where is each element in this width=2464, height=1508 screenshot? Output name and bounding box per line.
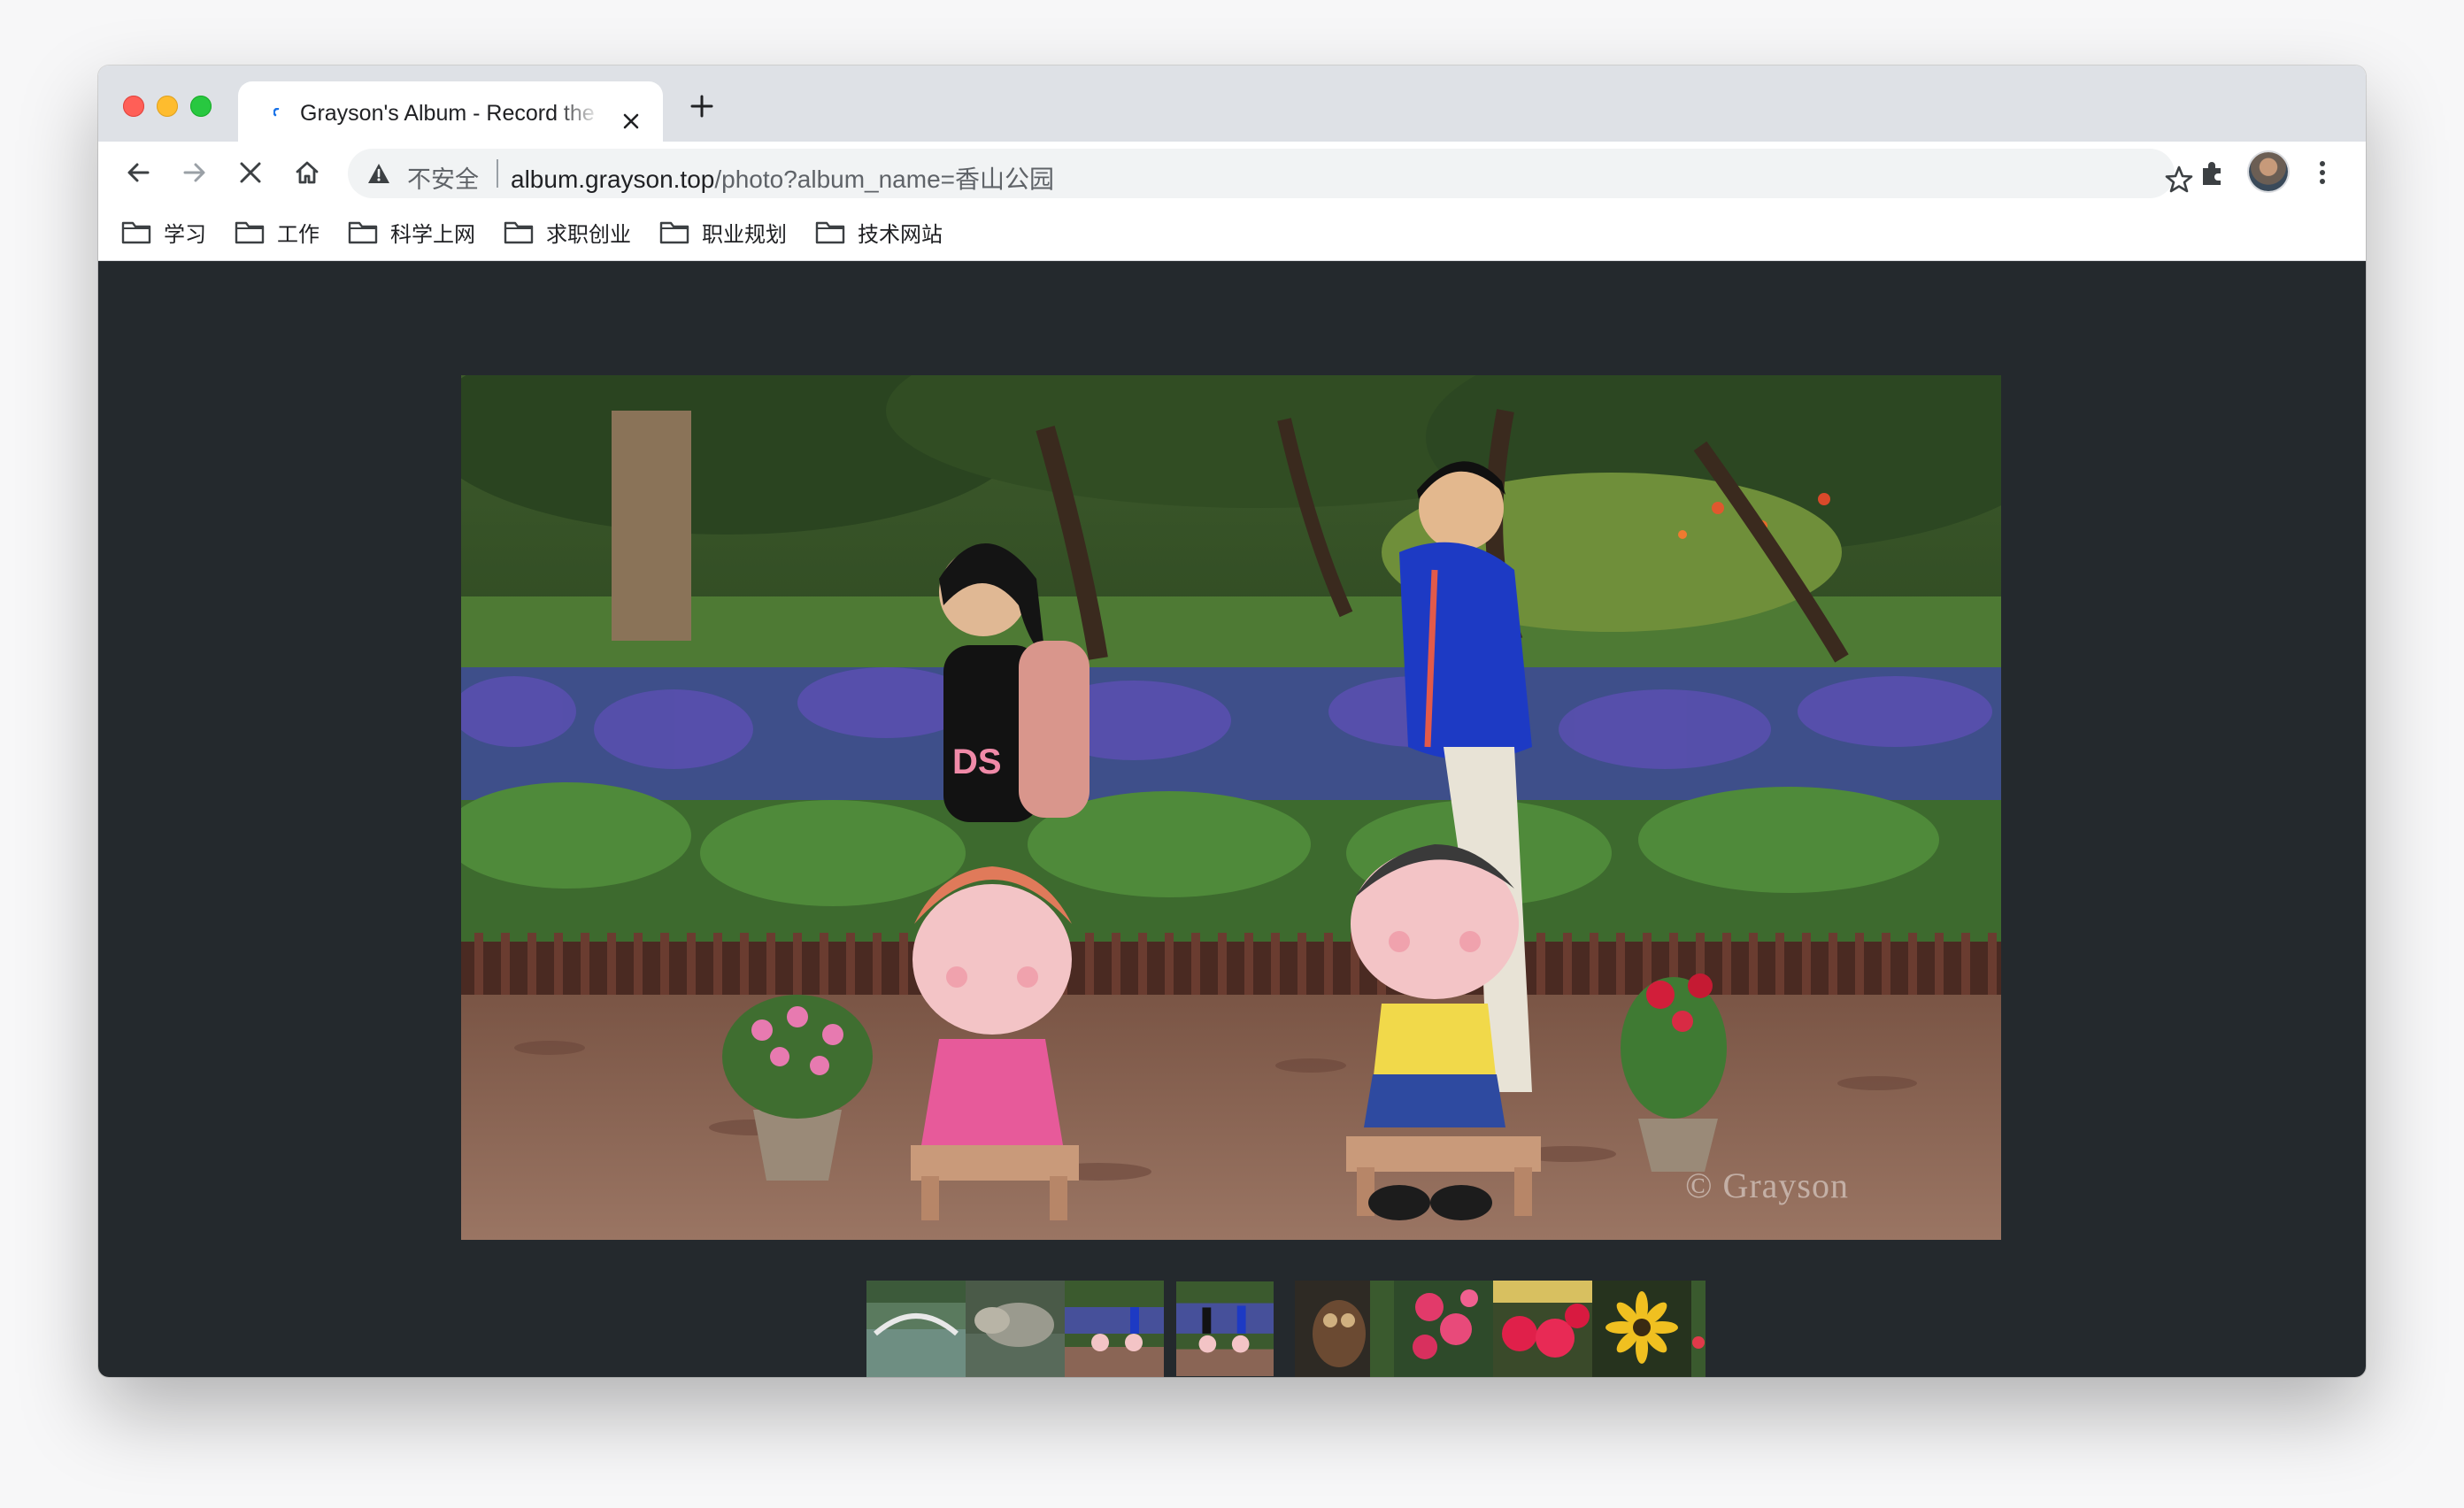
extensions-icon[interactable]: [2196, 156, 2229, 189]
profile-avatar[interactable]: [2249, 152, 2288, 191]
bookmark-label: 学习: [164, 222, 206, 247]
bookmark-folder-science[interactable]: 科学上网: [348, 214, 475, 250]
thumbnail[interactable]: [1691, 1281, 1706, 1377]
thumb-red-azalea-icon: [1493, 1281, 1592, 1377]
tab-active[interactable]: Grayson's Album - Record the beautiful l…: [238, 81, 663, 143]
thumb-rocks-pond-icon: [966, 1281, 1065, 1377]
folder-icon: [504, 221, 534, 244]
thumb-children-statues-icon: [1065, 1281, 1164, 1377]
tab-strip: Grayson's Album - Record the beautiful l…: [98, 65, 2366, 143]
bookmark-label: 求职创业: [546, 222, 631, 247]
thumb-bridge-lake-icon: [866, 1281, 966, 1377]
thumbnail-selected[interactable]: [1176, 1281, 1274, 1377]
bookmarks-bar: 学习 工作 科学上网 求职创业 职业规划 技术网站: [98, 204, 2366, 261]
bookmark-folder-tech[interactable]: 技术网站: [815, 214, 943, 250]
bookmark-label: 工作: [277, 222, 320, 247]
thumbnail[interactable]: [1493, 1281, 1592, 1377]
divider: [497, 159, 498, 188]
bookmark-label: 科学上网: [390, 222, 475, 247]
new-tab-icon[interactable]: [688, 92, 716, 120]
back-icon[interactable]: [123, 157, 155, 188]
thumb-sunflower-icon: [1592, 1281, 1691, 1377]
album-page: DS © Grayson: [98, 261, 2366, 1377]
thumbnail[interactable]: [866, 1281, 966, 1377]
folder-icon: [815, 221, 845, 244]
thumb-red-flowers-icon: [1394, 1281, 1493, 1377]
thumbnail[interactable]: [1065, 1281, 1164, 1377]
close-window-button[interactable]: [123, 96, 144, 117]
photo-children-with-statues-icon: DS: [461, 375, 2001, 1240]
thumb-owl-statue-icon: [1295, 1281, 1394, 1377]
main-photo[interactable]: DS © Grayson: [461, 375, 2001, 1240]
close-tab-icon[interactable]: [620, 111, 642, 132]
folder-icon: [121, 221, 151, 244]
thumbnail[interactable]: [1592, 1281, 1691, 1377]
stop-loading-icon[interactable]: [235, 157, 266, 188]
loading-spinner-icon: [273, 108, 280, 117]
folder-icon: [235, 221, 265, 244]
bookmark-star-icon[interactable]: [2164, 165, 2194, 195]
thumbnail[interactable]: [1295, 1281, 1394, 1377]
bookmark-label: 技术网站: [858, 222, 943, 247]
thumbnail[interactable]: [966, 1281, 1065, 1377]
bookmark-folder-work[interactable]: 工作: [235, 214, 320, 250]
url-text[interactable]: album.grayson.top/photo?album_name=香山公园: [511, 160, 1054, 196]
browser-toolbar: 不安全 album.grayson.top/photo?album_name=香…: [98, 142, 2366, 204]
warning-icon[interactable]: [367, 163, 390, 184]
maximize-window-button[interactable]: [190, 96, 212, 117]
minimize-window-button[interactable]: [157, 96, 178, 117]
photo-watermark: © Grayson: [1685, 1166, 1849, 1205]
thumbnail[interactable]: [1394, 1281, 1493, 1377]
bookmark-folder-jobs[interactable]: 求职创业: [504, 214, 631, 250]
bookmark-folder-study[interactable]: 学习: [121, 214, 206, 250]
shirt-print: DS: [952, 742, 1002, 781]
folder-icon: [659, 221, 689, 244]
folder-icon: [348, 221, 378, 244]
thumbnail-strip: [767, 1281, 1706, 1377]
thumb-garden-flowers-icon: [1691, 1281, 1706, 1377]
tab-title: Grayson's Album - Record the beautiful l…: [300, 101, 601, 126]
thumb-children-statues-2-icon: [1176, 1281, 1274, 1377]
bookmark-folder-career[interactable]: 职业规划: [659, 214, 787, 250]
security-status[interactable]: 不安全: [407, 160, 479, 195]
home-icon[interactable]: [291, 157, 323, 188]
forward-icon[interactable]: [178, 157, 210, 188]
bookmark-label: 职业规划: [702, 222, 787, 247]
more-menu-icon[interactable]: [2316, 157, 2329, 188]
browser-window: Grayson's Album - Record the beautiful l…: [98, 65, 2366, 1377]
address-bar[interactable]: 不安全 album.grayson.top/photo?album_name=香…: [348, 149, 2193, 198]
